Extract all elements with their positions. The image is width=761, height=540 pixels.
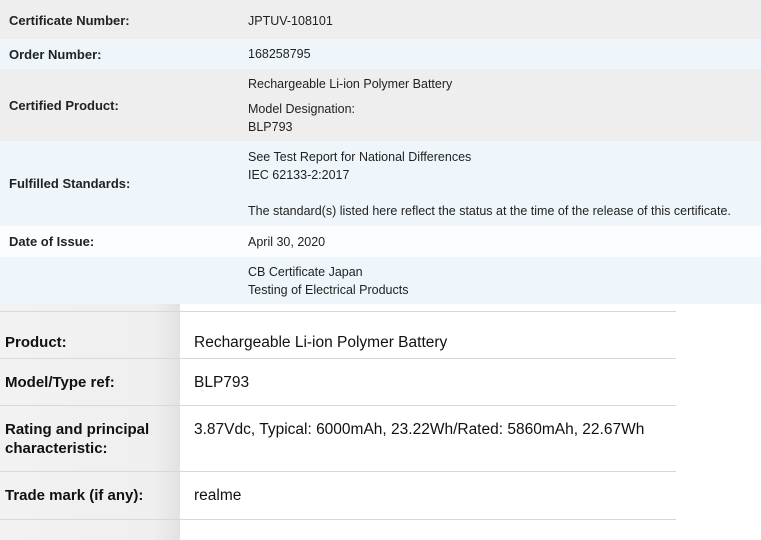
row-fulfilled-standards: Fulfilled Standards: See Test Report for…	[0, 141, 761, 226]
cb-spacer-value	[180, 304, 676, 311]
row-order-number: Order Number: 168258795	[0, 39, 761, 69]
cb-details-table: Product: Rechargeable Li-ion Polymer Bat…	[0, 304, 676, 540]
cb-spacer-key	[0, 304, 180, 311]
scheme-line-1: CB Certificate Japan	[248, 264, 363, 279]
product-label: Product:	[0, 312, 180, 358]
certified-product-label: Certified Product:	[9, 97, 119, 113]
row-certified-product: Certified Product: Rechargeable Li-ion P…	[0, 69, 761, 141]
row-certificate-number: Certificate Number: JPTUV-108101	[0, 0, 761, 39]
cb-spacer-row	[0, 304, 676, 312]
standards-line-1: See Test Report for National Differences	[248, 149, 472, 164]
cb-row-rating: Rating and principal characteristic: 3.8…	[0, 406, 676, 472]
certificate-number-label: Certificate Number:	[9, 13, 130, 28]
scheme-line-2: Testing of Electrical Products	[248, 282, 409, 297]
date-of-issue-label: Date of Issue:	[9, 234, 95, 249]
cb-trailing-value	[180, 520, 676, 540]
model-designation-label: Model Designation:	[248, 101, 356, 116]
order-number-label: Order Number:	[9, 46, 102, 62]
certified-product-value: Rechargeable Li-ion Polymer Battery	[248, 76, 453, 91]
cb-trailing-key	[0, 520, 180, 540]
certificate-table: Certificate Number: JPTUV-108101 Order N…	[0, 0, 761, 304]
date-of-issue-value: April 30, 2020	[248, 234, 326, 249]
cb-row-trailing	[0, 520, 676, 540]
fulfilled-standards-label: Fulfilled Standards:	[9, 176, 131, 191]
rating-label: Rating and principal characteristic:	[0, 406, 180, 471]
certified-product-cell: Rechargeable Li-ion Polymer Battery Mode…	[239, 75, 761, 136]
standards-note: The standard(s) listed here reflect the …	[248, 203, 731, 218]
trademark-value: realme	[194, 487, 242, 504]
cb-row-trademark: Trade mark (if any): realme	[0, 472, 676, 520]
row-date-of-issue: Date of Issue: April 30, 2020	[0, 226, 761, 257]
model-type-value: BLP793	[194, 374, 250, 391]
fulfilled-standards-cell: See Test Report for National Differences…	[239, 148, 761, 220]
model-designation-value: BLP793	[248, 119, 293, 134]
trademark-label: Trade mark (if any):	[0, 472, 180, 519]
product-value: Rechargeable Li-ion Polymer Battery	[194, 334, 448, 351]
rating-value: 3.87Vdc, Typical: 6000mAh, 23.22Wh/Rated…	[194, 421, 645, 438]
scheme-cell: CB Certificate Japan Testing of Electric…	[239, 263, 761, 299]
order-number-value: 168258795	[248, 47, 311, 61]
model-type-label: Model/Type ref:	[0, 359, 180, 405]
cb-row-product: Product: Rechargeable Li-ion Polymer Bat…	[0, 312, 676, 359]
cb-row-model: Model/Type ref: BLP793	[0, 359, 676, 406]
row-scheme: CB Certificate Japan Testing of Electric…	[0, 257, 761, 304]
standards-line-2: IEC 62133-2:2017	[248, 167, 350, 182]
certificate-number-value: JPTUV-108101	[248, 13, 333, 28]
